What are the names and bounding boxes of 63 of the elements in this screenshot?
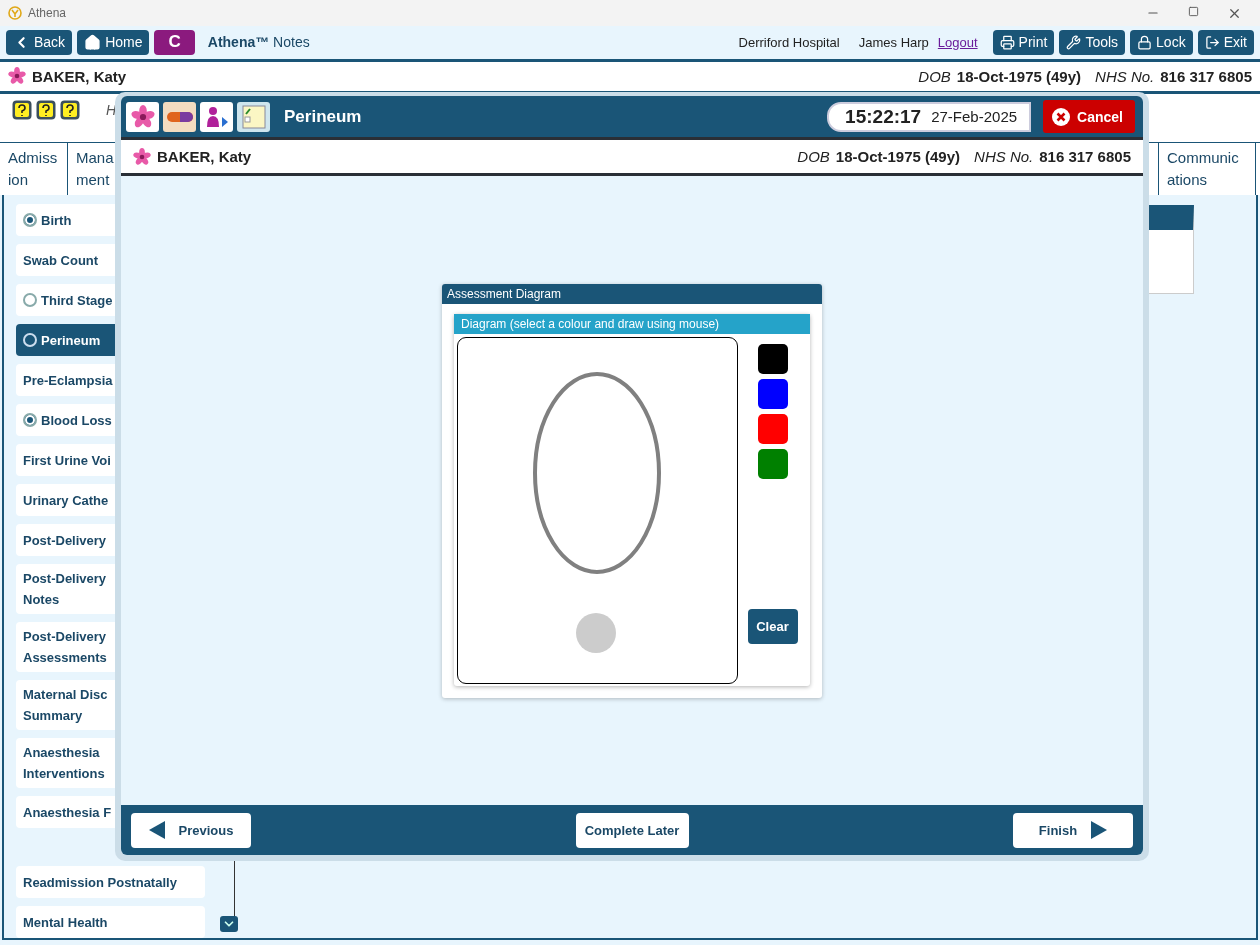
capsule-icon[interactable] [163,101,196,132]
home-icon [84,33,102,51]
colour-swatch[interactable] [757,413,788,444]
finish-button[interactable]: Finish [1013,812,1133,848]
drawing-canvas[interactable] [457,336,738,684]
colour-swatch[interactable] [757,448,788,479]
nhs-number: 816 317 6805 [1160,67,1252,85]
printer-icon [999,34,1015,50]
previous-button[interactable]: Previous [131,812,251,848]
patient-name: BAKER, Katy [157,148,252,165]
letter-button[interactable]: C [154,29,195,55]
colour-swatch[interactable] [757,378,788,409]
panel-title: Assessment Diagram [442,283,822,304]
nhs-number: 816 317 6805 [1039,148,1131,165]
user-name: James Harp [858,34,929,50]
flower-icon [8,67,26,86]
window-title: Athena [28,6,67,21]
triangle-left-icon [148,821,165,839]
lock-button[interactable]: Lock [1130,29,1193,55]
patient-name: BAKER, Katy [32,67,127,85]
logout-link[interactable]: Logout [937,34,978,50]
tools-icon [1066,34,1082,50]
scroll-down-button[interactable] [220,916,238,932]
triangle-right-icon [1091,821,1108,839]
sidebar-item[interactable]: Readmission Postnatally [16,866,205,898]
sidebar-item[interactable]: Mental Health [16,906,205,938]
help-icon[interactable] [36,99,56,120]
back-button[interactable]: Back [6,29,73,55]
cancel-button[interactable]: Cancel [1043,100,1135,133]
colour-swatch[interactable] [757,343,788,374]
date-of-birth: 18-Oct-1975 (49y) [835,148,961,165]
app-name: Athena™ Notes [207,34,310,51]
dob-label: DOB [797,148,830,165]
flower-icon [133,147,151,166]
tab[interactable]: Communications [1158,143,1256,195]
exit-button[interactable]: Exit [1197,29,1254,55]
dialog-title: Perineum [284,106,362,127]
dob-label: DOB [918,67,951,85]
nhs-label: NHS No. [974,148,1034,165]
clear-button[interactable]: Clear [747,608,798,644]
tools-button[interactable]: Tools [1059,29,1126,55]
lock-icon [1137,34,1153,50]
radio-button[interactable] [23,293,37,307]
nhs-label: NHS No. [1095,67,1155,85]
close-icon [1051,106,1072,127]
date-of-birth: 18-Oct-1975 (49y) [956,67,1082,85]
flower-icon [130,104,155,129]
radio-button[interactable] [23,413,37,427]
exit-icon [1204,34,1220,50]
notepad-icon[interactable] [237,101,270,132]
maximize-icon[interactable] [1188,5,1199,17]
help-icon[interactable] [60,99,80,120]
print-button[interactable]: Print [992,29,1055,55]
alert-icon[interactable] [12,99,32,120]
app-logo-icon [8,6,22,21]
home-button[interactable]: Home [77,29,150,55]
flower-tile-icon[interactable] [126,101,159,132]
radio-button[interactable] [23,213,37,227]
diagram-title: Diagram (select a colour and draw using mouse) [454,313,810,334]
date: 27-Feb-2025 [931,108,1018,125]
hospital-name: Derriford Hospital [738,34,840,50]
complete-later-button[interactable]: Complete Later [575,812,689,848]
time: 15:22:17 [845,105,922,128]
